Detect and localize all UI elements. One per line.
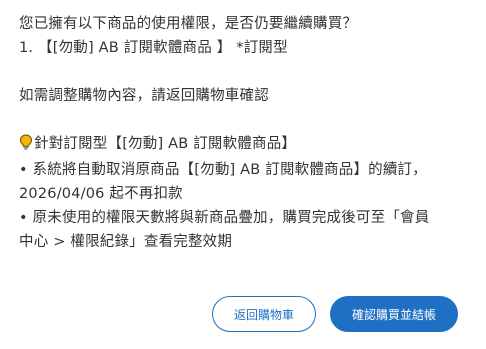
confirm-purchase-dialog: 您已擁有以下商品的使用權限，是否仍要繼續購買？ 1. 【[勿動] AB 訂閱軟體… xyxy=(0,0,486,349)
notice-title: 針對訂閱型【[勿動] AB 訂閱軟體商品】 xyxy=(19,132,464,158)
back-to-cart-button[interactable]: 返回購物車 xyxy=(212,296,316,332)
dialog-actions: 返回購物車 確認購買並結帳 xyxy=(212,296,458,332)
notice-bullet-cancel-line1: • 系統將自動取消原商品【[勿動] AB 訂閱軟體商品】的續訂， xyxy=(19,162,427,178)
notice-bullet-cancel-line2: 2026/04/06 起不再扣款 xyxy=(19,186,183,202)
cart-hint: 如需調整購物內容，請返回購物車確認 xyxy=(19,88,269,104)
lightbulb-icon xyxy=(19,134,33,158)
notice-bullet-stack-line2: 中心 > 權限紀錄」查看完整效期 xyxy=(19,234,233,250)
dialog-question: 您已擁有以下商品的使用權限，是否仍要繼續購買？ xyxy=(19,16,358,32)
notice-bullet-stack-line1: • 原未使用的權限天數將與新商品疊加，購買完成後可至「會員 xyxy=(19,210,430,226)
confirm-checkout-button[interactable]: 確認購買並結帳 xyxy=(330,296,458,332)
notice-title-text: 針對訂閱型【[勿動] AB 訂閱軟體商品】 xyxy=(34,136,297,152)
owned-item-line: 1. 【[勿動] AB 訂閱軟體商品 】 *訂閱型 xyxy=(19,40,288,56)
